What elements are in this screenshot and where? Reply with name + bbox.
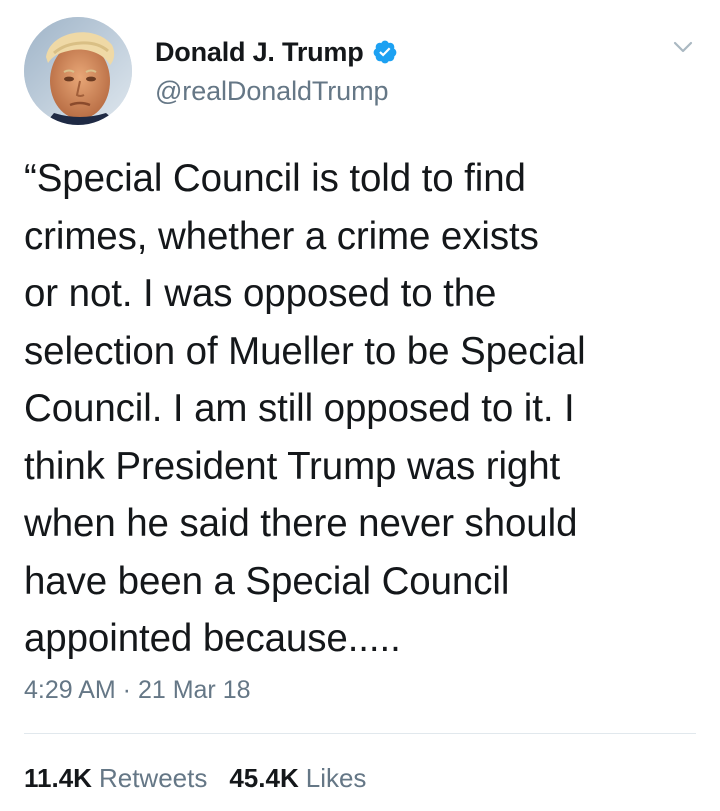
- tweet-text-line: selection of Mueller to be Special: [24, 329, 586, 373]
- likes-count: 45.4K: [229, 763, 299, 793]
- author-display-name[interactable]: Donald J. Trump: [155, 37, 364, 68]
- tweet-text-line: or not. I was opposed to the: [24, 272, 497, 315]
- tweet-text-line: when he said there never should: [24, 502, 578, 545]
- tweet-text-line: think President Trump was right: [24, 444, 561, 488]
- tweet-text-line: appointed because.....: [24, 617, 401, 660]
- retweets-count: 11.4K: [24, 763, 92, 793]
- chevron-down-icon[interactable]: [672, 36, 694, 58]
- author-name-row: Donald J. Trump: [155, 34, 398, 70]
- divider: [24, 733, 696, 734]
- likes-label: Likes: [305, 763, 367, 793]
- tweet-text-line: “Special Council is told to find: [24, 157, 526, 200]
- tweet-text-line: have been a Special Council: [24, 559, 510, 603]
- author-avatar[interactable]: [24, 17, 132, 125]
- verified-badge-icon: [372, 39, 398, 65]
- tweet-card: Donald J. Trump @realDonaldTrump “Specia…: [0, 0, 720, 811]
- author-info: Donald J. Trump @realDonaldTrump: [155, 34, 398, 107]
- tweet-stats: 11.4K Retweets 45.4K Likes: [24, 763, 366, 794]
- retweets-stat[interactable]: 11.4K Retweets: [24, 763, 207, 794]
- tweet-text-line: Council. I am still opposed to it. I: [24, 387, 575, 430]
- author-handle[interactable]: @realDonaldTrump: [155, 76, 398, 107]
- tweet-text: “Special Council is told to find crimes,…: [24, 150, 704, 668]
- likes-stat[interactable]: 45.4K Likes: [229, 763, 366, 794]
- tweet-timestamp[interactable]: 4:29 AM · 21 Mar 18: [24, 676, 251, 705]
- tweet-text-line: crimes, whether a crime exists: [24, 214, 539, 258]
- retweets-label: Retweets: [98, 763, 208, 793]
- profile-photo-avatar: [24, 17, 132, 125]
